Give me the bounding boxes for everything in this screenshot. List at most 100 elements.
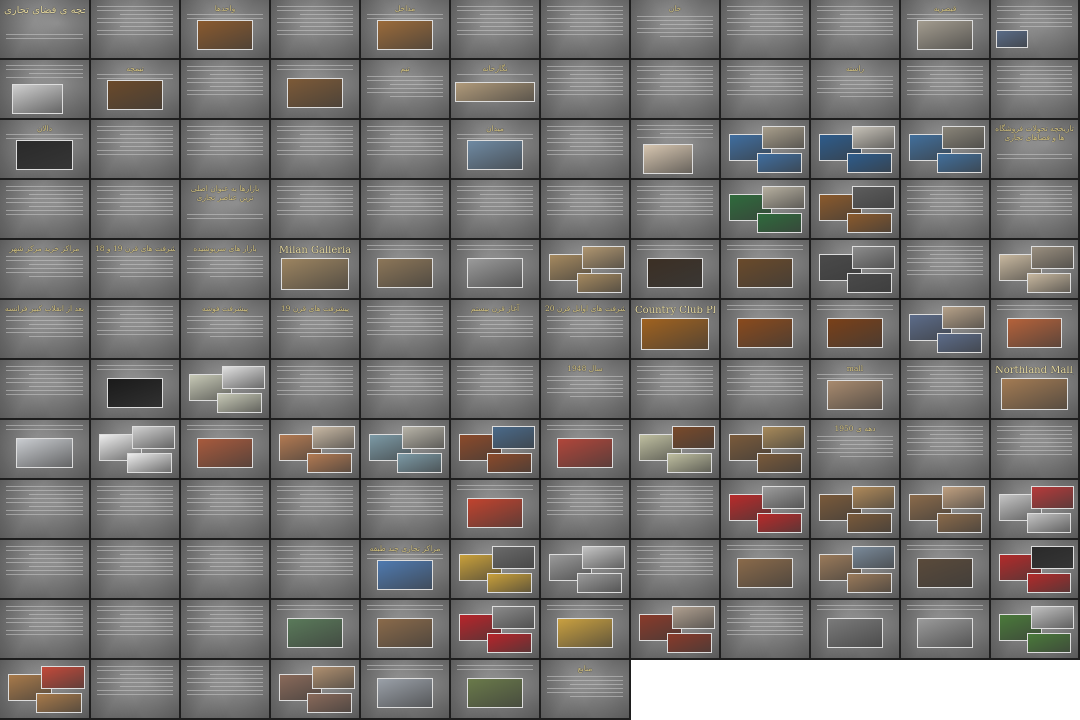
slide-thumbnail[interactable]	[631, 600, 721, 660]
slide-thumbnail[interactable]	[451, 360, 541, 420]
slide-thumbnail[interactable]	[271, 600, 361, 660]
slide-thumbnail[interactable]: خان	[631, 0, 721, 60]
slide-thumbnail[interactable]	[991, 480, 1080, 540]
slide-thumbnail[interactable]: مراکز خرید مرکز شهر	[0, 240, 91, 300]
slide-thumbnail[interactable]	[541, 60, 631, 120]
slide-thumbnail[interactable]	[451, 600, 541, 660]
slide-thumbnail[interactable]	[0, 60, 91, 120]
slide-thumbnail[interactable]	[0, 420, 91, 480]
slide-thumbnail[interactable]	[991, 420, 1080, 480]
slide-thumbnail[interactable]	[181, 360, 271, 420]
slide-thumbnail[interactable]	[901, 300, 991, 360]
slide-thumbnail[interactable]	[991, 240, 1080, 300]
slide-thumbnail[interactable]: مراکز تجاری چند طبقه	[361, 540, 451, 600]
slide-thumbnail[interactable]	[271, 660, 361, 720]
slide-thumbnail[interactable]	[271, 360, 361, 420]
slide-thumbnail[interactable]	[901, 180, 991, 240]
slide-thumbnail[interactable]: راسته	[811, 60, 901, 120]
slide-thumbnail[interactable]	[451, 480, 541, 540]
slide-thumbnail[interactable]: پیشرفت های قرن 19	[271, 300, 361, 360]
slide-thumbnail[interactable]: قیصریه	[901, 0, 991, 60]
slide-thumbnail[interactable]	[91, 600, 181, 660]
slide-thumbnail[interactable]	[541, 420, 631, 480]
slide-thumbnail[interactable]	[541, 180, 631, 240]
slide-thumbnail[interactable]	[721, 180, 811, 240]
slide-thumbnail[interactable]	[721, 600, 811, 660]
slide-thumbnail[interactable]: دالان	[0, 120, 91, 180]
slide-thumbnail[interactable]	[181, 660, 271, 720]
slide-thumbnail[interactable]	[0, 180, 91, 240]
slide-thumbnail[interactable]	[91, 120, 181, 180]
slide-thumbnail[interactable]	[451, 660, 541, 720]
slide-thumbnail[interactable]	[991, 0, 1080, 60]
slide-thumbnail[interactable]	[181, 420, 271, 480]
slide-thumbnail[interactable]	[991, 540, 1080, 600]
slide-thumbnail[interactable]	[0, 660, 91, 720]
slide-thumbnail[interactable]	[361, 300, 451, 360]
slide-thumbnail[interactable]	[721, 360, 811, 420]
slide-thumbnail[interactable]	[901, 120, 991, 180]
slide-thumbnail[interactable]: نگارخانه	[451, 60, 541, 120]
slide-thumbnail[interactable]	[631, 480, 721, 540]
slide-thumbnail[interactable]	[451, 0, 541, 60]
slide-thumbnail[interactable]: پیشرفت فوشه	[181, 300, 271, 360]
slide-thumbnail[interactable]: منابع	[541, 660, 631, 720]
slide-thumbnail[interactable]	[181, 540, 271, 600]
slide-thumbnail[interactable]	[631, 60, 721, 120]
slide-thumbnail[interactable]	[271, 60, 361, 120]
slide-thumbnail[interactable]	[451, 540, 541, 600]
slide-thumbnail[interactable]: بازارها به عنوان اصلی ترین عناصر تجاری	[181, 180, 271, 240]
slide-thumbnail[interactable]	[541, 240, 631, 300]
slide-thumbnail[interactable]	[181, 480, 271, 540]
slide-thumbnail[interactable]	[91, 540, 181, 600]
slide-thumbnail[interactable]	[541, 540, 631, 600]
slide-thumbnail[interactable]	[0, 360, 91, 420]
slide-thumbnail[interactable]: دهه ی 1950	[811, 420, 901, 480]
slide-thumbnail[interactable]	[91, 420, 181, 480]
slide-thumbnail[interactable]	[541, 0, 631, 60]
slide-thumbnail[interactable]	[811, 480, 901, 540]
slide-thumbnail[interactable]	[991, 600, 1080, 660]
slide-thumbnail[interactable]	[91, 360, 181, 420]
slide-thumbnail[interactable]	[541, 600, 631, 660]
slide-thumbnail[interactable]: واحدها	[181, 0, 271, 60]
slide-thumbnail[interactable]	[811, 600, 901, 660]
slide-thumbnail[interactable]: میدان	[451, 120, 541, 180]
slide-thumbnail[interactable]	[181, 120, 271, 180]
slide-thumbnail[interactable]	[271, 420, 361, 480]
slide-thumbnail[interactable]	[901, 540, 991, 600]
slide-thumbnail[interactable]	[721, 540, 811, 600]
slide-thumbnail[interactable]	[541, 120, 631, 180]
slide-thumbnail[interactable]	[721, 0, 811, 60]
slide-thumbnail[interactable]	[811, 180, 901, 240]
slide-thumbnail[interactable]: تاریخچه ی فضای تجاری	[0, 0, 91, 60]
slide-thumbnail[interactable]	[721, 480, 811, 540]
slide-thumbnail[interactable]	[361, 180, 451, 240]
slide-thumbnail[interactable]: پیشرفت های قرن 19 و 18	[91, 240, 181, 300]
slide-thumbnail[interactable]: تیمچه	[91, 60, 181, 120]
slide-thumbnail[interactable]	[901, 360, 991, 420]
slide-thumbnail[interactable]	[0, 600, 91, 660]
slide-thumbnail[interactable]	[181, 60, 271, 120]
slide-thumbnail[interactable]	[631, 540, 721, 600]
slide-thumbnail[interactable]	[631, 240, 721, 300]
slide-thumbnail[interactable]	[991, 60, 1080, 120]
slide-thumbnail[interactable]	[361, 600, 451, 660]
slide-thumbnail[interactable]	[91, 660, 181, 720]
slide-thumbnail[interactable]	[451, 420, 541, 480]
slide-thumbnail[interactable]	[721, 240, 811, 300]
slide-thumbnail[interactable]	[901, 240, 991, 300]
slide-thumbnail[interactable]: تاریخچه تحولات فروشگاه ها و فضاهای تجاری	[991, 120, 1080, 180]
slide-thumbnail[interactable]	[0, 540, 91, 600]
slide-thumbnail[interactable]	[361, 360, 451, 420]
slide-thumbnail[interactable]: mall	[811, 360, 901, 420]
slide-thumbnail[interactable]	[631, 120, 721, 180]
slide-thumbnail[interactable]: پیشرفت های اوایل قرن 20	[541, 300, 631, 360]
slide-thumbnail[interactable]	[631, 180, 721, 240]
slide-thumbnail[interactable]	[361, 480, 451, 540]
slide-thumbnail[interactable]	[91, 0, 181, 60]
slide-thumbnail[interactable]	[0, 480, 91, 540]
slide-thumbnail[interactable]	[541, 480, 631, 540]
slide-thumbnail[interactable]	[91, 480, 181, 540]
slide-thumbnail[interactable]	[271, 540, 361, 600]
